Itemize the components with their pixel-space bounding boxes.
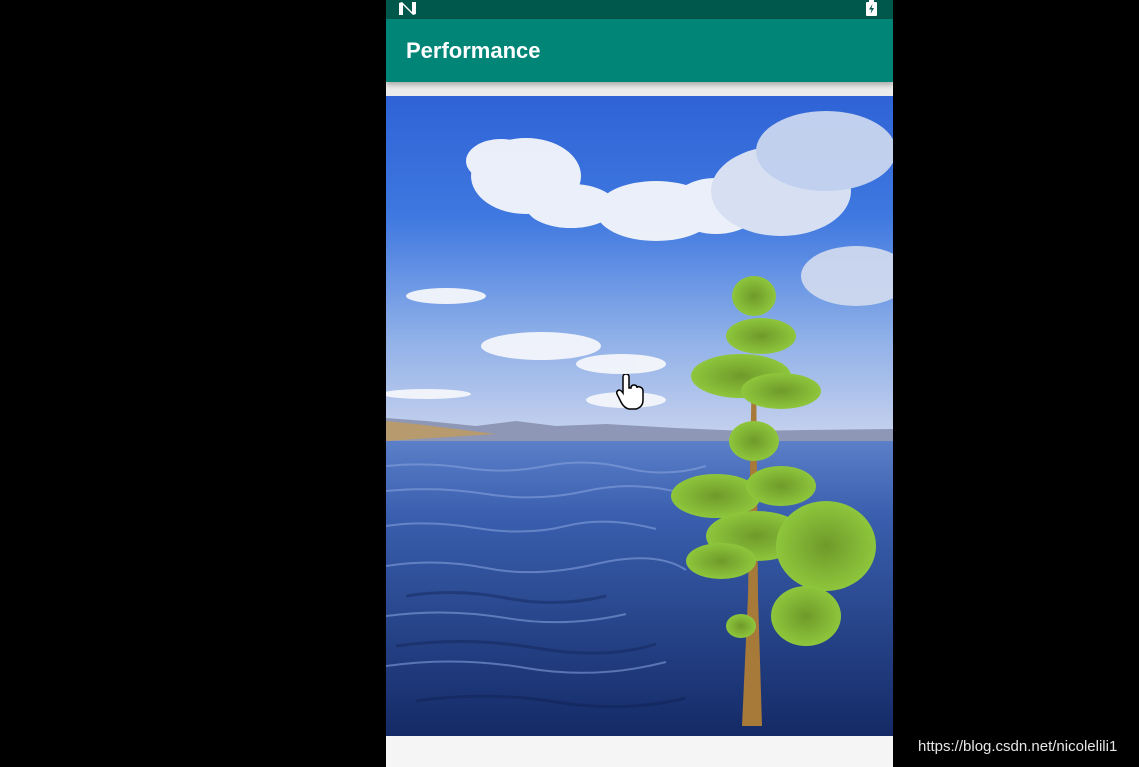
bottom-area [386,736,893,767]
page-title: Performance [406,38,541,63]
status-bar [386,0,893,19]
watermark-text: https://blog.csdn.net/nicolelili1 [918,738,1118,755]
notification-n-icon [399,2,416,15]
content-divider [386,82,893,96]
lake-landscape-image [386,96,893,736]
battery-charging-icon [866,0,877,16]
app-bar: Performance [386,19,893,82]
hand-pointer-cursor-icon [616,374,644,410]
